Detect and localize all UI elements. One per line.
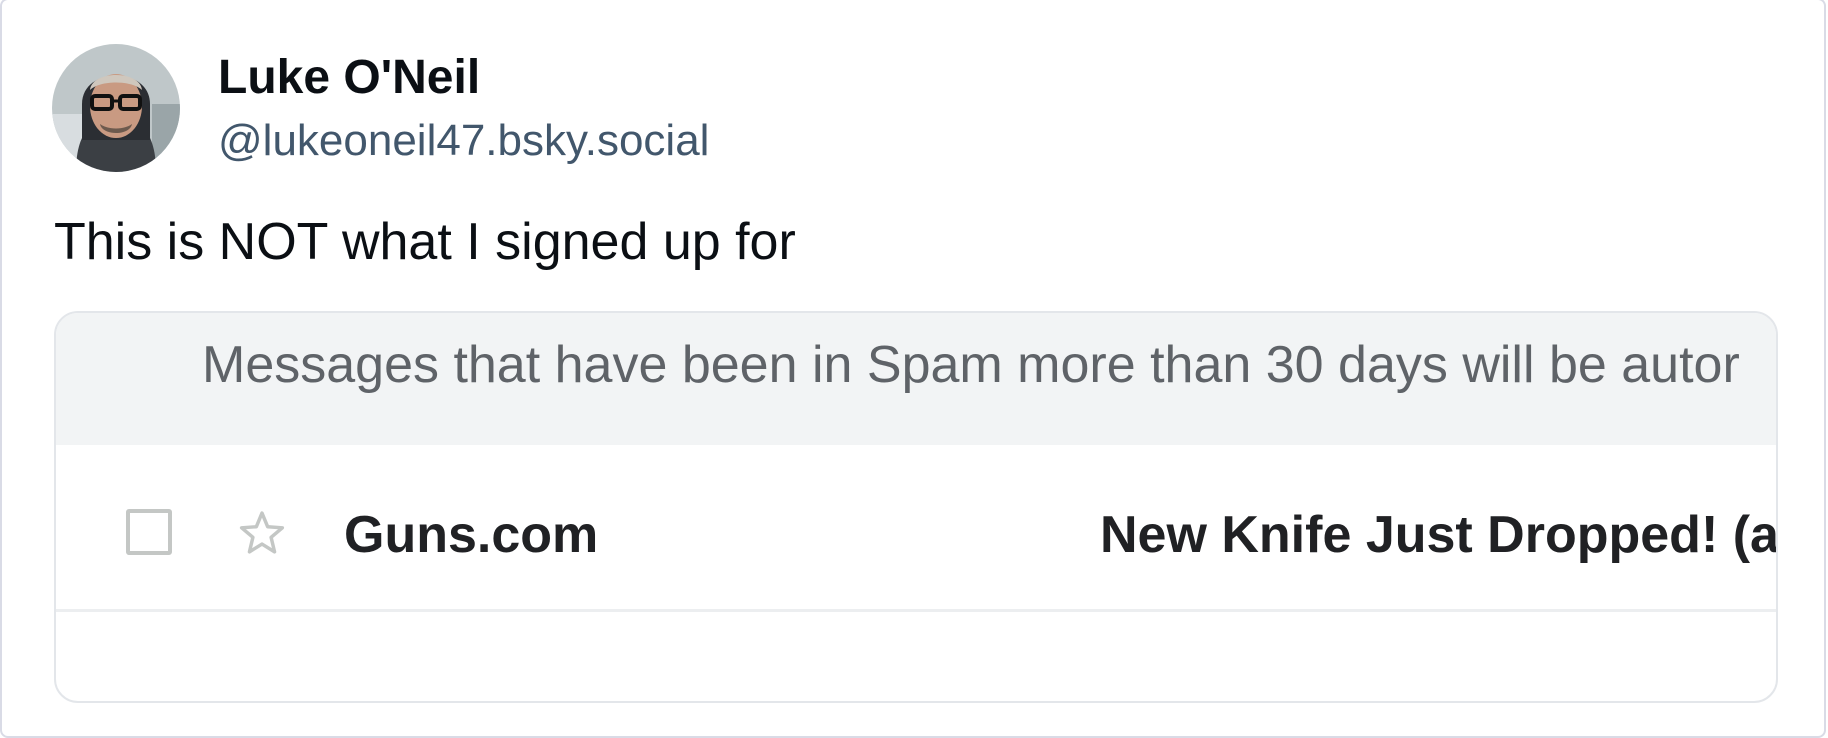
- email-row: Guns.com New Knife Just Dropped! (a: [56, 445, 1776, 612]
- spam-notice-text: Messages that have been in Spam more tha…: [202, 336, 1740, 394]
- post-text: This is NOT what I signed up for: [54, 213, 796, 271]
- author-handle[interactable]: @lukeoneil47.bsky.social: [218, 115, 709, 167]
- embedded-image[interactable]: Messages that have been in Spam more tha…: [54, 311, 1778, 703]
- spam-notice-banner: Messages that have been in Spam more tha…: [56, 313, 1776, 445]
- email-sender: Guns.com: [344, 506, 599, 564]
- email-subject: New Knife Just Dropped! (a: [1100, 506, 1778, 564]
- author-name[interactable]: Luke O'Neil: [218, 50, 480, 106]
- post-card[interactable]: Luke O'Neil @lukeoneil47.bsky.social Thi…: [0, 0, 1826, 738]
- email-select-checkbox: [126, 509, 172, 555]
- star-outline-icon: [234, 507, 290, 564]
- author-avatar[interactable]: [52, 44, 180, 172]
